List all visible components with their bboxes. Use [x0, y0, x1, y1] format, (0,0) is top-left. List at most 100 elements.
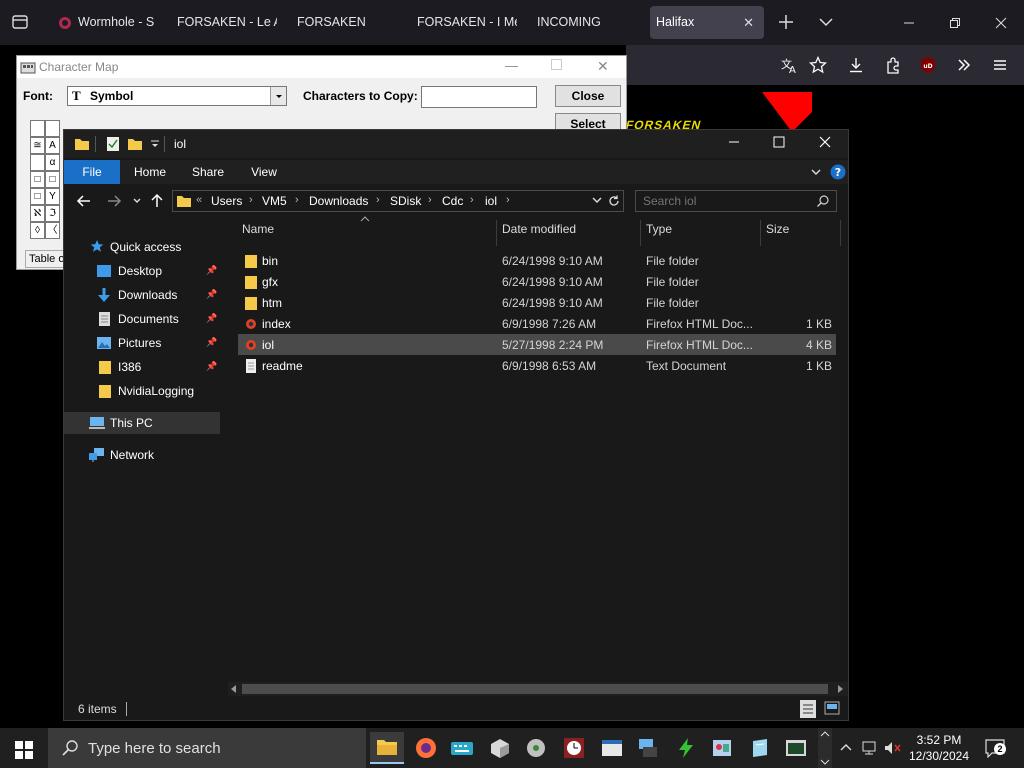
properties-icon[interactable] [105, 136, 121, 152]
terminal-app-icon[interactable] [780, 732, 812, 764]
horizontal-scrollbar[interactable] [228, 682, 848, 696]
firefox-taskbar-icon[interactable] [410, 732, 442, 764]
breadcrumb-downloads[interactable]: Downloads [309, 194, 368, 208]
clock-app-icon[interactable] [558, 732, 590, 764]
file-row[interactable]: bin 6/24/1998 9:10 AM File folder [238, 250, 836, 271]
breadcrumb-sdisk[interactable]: SDisk [390, 194, 421, 208]
expand-ribbon-icon[interactable] [810, 166, 822, 178]
sidebar-item-downloads[interactable]: Downloads 📌 [64, 284, 220, 306]
chevron-down-icon[interactable] [816, 12, 836, 32]
taskbar-scroll[interactable] [818, 728, 832, 768]
system-clock[interactable]: 3:52 PM 12/30/2024 [904, 732, 974, 764]
close-window-icon[interactable] [978, 0, 1024, 45]
control-panel-icon[interactable] [706, 732, 738, 764]
disc-app-icon[interactable] [520, 732, 552, 764]
file-row[interactable]: htm 6/24/1998 9:10 AM File folder [238, 292, 836, 313]
sidebar-item-nvidialogging[interactable]: NvidiaLogging [64, 380, 220, 402]
chevron-down-icon[interactable] [270, 87, 286, 105]
help-icon[interactable]: ? [830, 164, 846, 180]
minimize-icon[interactable] [886, 0, 932, 45]
translate-icon[interactable]: 文A [778, 53, 802, 77]
notepad-app-icon[interactable] [744, 732, 776, 764]
details-view-icon[interactable] [800, 700, 816, 718]
close-tab-icon[interactable]: ✕ [743, 6, 754, 39]
browser-tab-wormhole[interactable]: Wormhole - S [56, 6, 156, 39]
tab-home[interactable]: Home [126, 160, 174, 184]
lightning-app-icon[interactable] [670, 732, 702, 764]
keyboard-app-icon[interactable] [446, 732, 478, 764]
char-cell[interactable]: ≅ [30, 137, 45, 154]
char-cell[interactable]: 〈 [45, 222, 60, 239]
tab-view[interactable]: View [240, 160, 288, 184]
search-box[interactable] [635, 190, 837, 212]
breadcrumb-iol[interactable]: iol [485, 194, 497, 208]
ublock-origin-icon[interactable]: uD [916, 53, 940, 77]
new-tab-icon[interactable] [776, 12, 796, 32]
minimize-icon[interactable]: — [505, 58, 518, 73]
sidebar-item-this-pc[interactable]: This PC [64, 412, 220, 434]
file-row[interactable]: index 6/9/1998 7:26 AM Firefox HTML Doc.… [238, 313, 836, 334]
tab-file[interactable]: File [64, 160, 120, 184]
recent-locations-icon[interactable] [132, 195, 142, 207]
file-row[interactable]: readme 6/9/1998 6:53 AM Text Document 1 … [238, 355, 836, 376]
char-cell[interactable]: ℵ [30, 205, 45, 222]
file-row-selected[interactable]: iol 5/27/1998 2:24 PM Firefox HTML Doc..… [238, 334, 836, 355]
scroll-right-icon[interactable] [836, 685, 844, 693]
tab-share[interactable]: Share [184, 160, 232, 184]
maximize-icon[interactable] [773, 136, 785, 148]
network-status-icon[interactable] [862, 740, 880, 756]
column-header-type[interactable]: Type [646, 222, 672, 244]
browser-tab-forsaken[interactable]: FORSAKEN [297, 6, 397, 39]
browser-tab-halifax[interactable]: Halifax ✕ [650, 6, 764, 39]
new-folder-icon[interactable] [127, 136, 143, 152]
char-cell[interactable] [30, 154, 45, 171]
scroll-left-icon[interactable] [230, 685, 238, 693]
char-cell[interactable] [45, 120, 60, 137]
downloads-icon[interactable] [844, 53, 868, 77]
char-cell[interactable]: A [45, 137, 60, 154]
sidebar-item-quick-access[interactable]: Quick access [64, 236, 220, 258]
browser-tab-incoming[interactable]: INCOMING [537, 6, 637, 39]
sidebar-item-documents[interactable]: Documents 📌 [64, 308, 220, 330]
bookmark-star-icon[interactable] [806, 53, 830, 77]
column-header-date[interactable]: Date modified [502, 222, 576, 244]
file-row[interactable]: gfx 6/24/1998 9:10 AM File folder [238, 271, 836, 292]
sidebar-item-pictures[interactable]: Pictures 📌 [64, 332, 220, 354]
package-app-icon[interactable] [484, 732, 516, 764]
back-arrow-icon[interactable] [76, 193, 92, 209]
show-hidden-icons-chevron-icon[interactable] [840, 742, 852, 752]
char-cell[interactable]: Υ [45, 188, 60, 205]
chevron-down-icon[interactable] [150, 137, 160, 151]
char-cell[interactable]: □ [30, 188, 45, 205]
breadcrumb-vm5[interactable]: VM5 [262, 194, 287, 208]
font-select[interactable]: T Symbol [67, 86, 287, 106]
breadcrumb-cdc[interactable]: Cdc [442, 194, 463, 208]
large-icons-view-icon[interactable] [824, 701, 840, 715]
extensions-icon[interactable] [881, 53, 905, 77]
forward-arrow-icon[interactable] [106, 193, 122, 209]
sidebar-item-i386[interactable]: I386 📌 [64, 356, 220, 378]
windows-start-icon[interactable] [15, 741, 33, 759]
breadcrumb-users[interactable]: Users [211, 194, 242, 208]
column-header-size[interactable]: Size [766, 222, 789, 244]
char-cell[interactable] [30, 120, 45, 137]
column-header-name[interactable]: Name [242, 222, 274, 244]
breadcrumb-overflow[interactable]: « [196, 194, 202, 206]
char-cell[interactable]: ℑ [45, 205, 60, 222]
close-icon[interactable] [819, 136, 831, 148]
char-cell[interactable]: □ [30, 171, 45, 188]
char-cell[interactable]: α [45, 154, 60, 171]
close-button[interactable]: Close [555, 85, 621, 107]
close-icon[interactable]: ✕ [597, 58, 609, 75]
tab-list-icon[interactable] [10, 12, 30, 32]
up-arrow-icon[interactable] [150, 193, 164, 209]
hamburger-menu-icon[interactable] [988, 53, 1012, 77]
address-dropdown-icon[interactable] [591, 196, 603, 206]
taskbar-search-box[interactable]: Type here to search [48, 728, 366, 768]
scrollbar-thumb[interactable] [242, 684, 828, 694]
volume-muted-icon[interactable] [884, 740, 902, 756]
char-cell[interactable]: ◊ [30, 222, 45, 239]
window-app-icon[interactable] [596, 732, 628, 764]
file-explorer-taskbar-icon[interactable] [370, 732, 404, 764]
characters-to-copy-input[interactable] [421, 86, 537, 108]
